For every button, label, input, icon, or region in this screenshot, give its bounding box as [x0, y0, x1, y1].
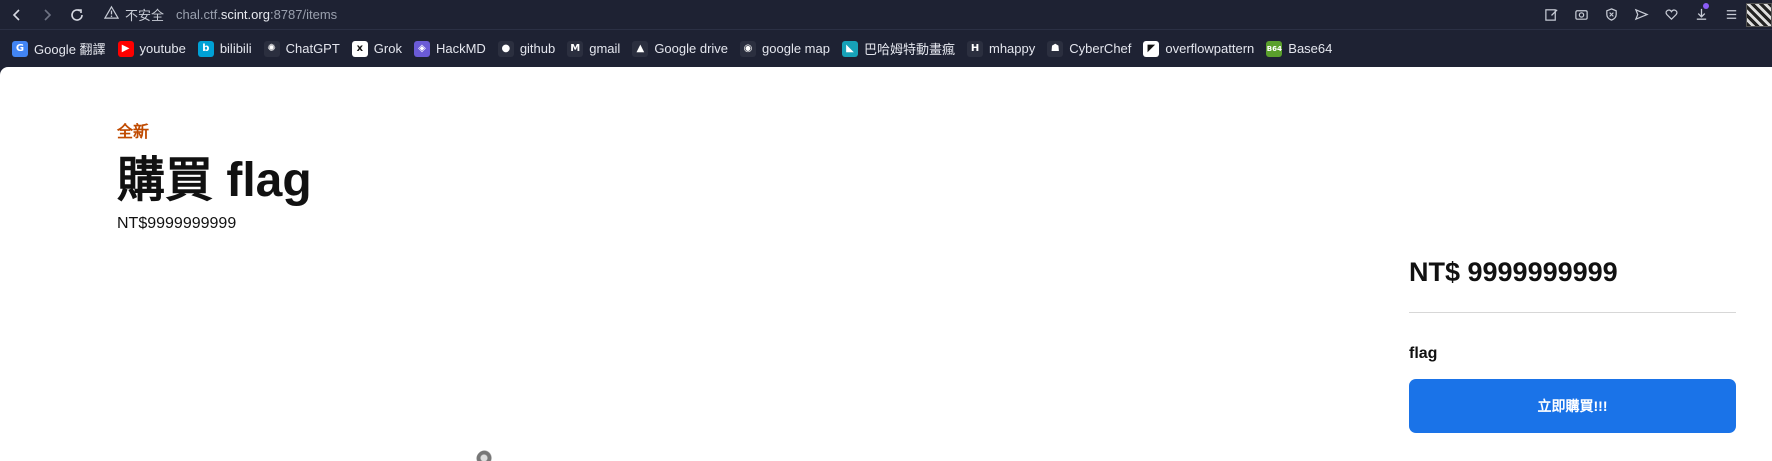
- screenshot-button[interactable]: [1566, 3, 1596, 27]
- page-title: 購買 flag: [117, 154, 312, 207]
- warning-icon: [103, 5, 120, 24]
- mouse-cursor: [476, 450, 496, 461]
- insecure-label: 不安全: [125, 9, 165, 24]
- bookmark-label: Google 翻譯: [34, 42, 106, 57]
- bookmark-label: HackMD: [435, 41, 486, 56]
- chatgpt-icon: ✺: [263, 40, 280, 57]
- panel-price: NT$ 9999999999: [1409, 257, 1618, 287]
- heart-icon: [1664, 9, 1678, 21]
- bilibili-icon: b: [197, 40, 214, 57]
- back-button[interactable]: [4, 3, 30, 27]
- bookmark-chatgpt[interactable]: ✺ ChatGPT: [263, 37, 340, 61]
- hackmd-icon: ◈: [413, 40, 430, 57]
- bookmark-google-map[interactable]: ◉ google map: [740, 37, 830, 61]
- bookmark-github[interactable]: ● github: [497, 37, 556, 61]
- divider: [1409, 312, 1736, 313]
- google-drive-icon: ▲: [632, 40, 649, 57]
- bookmark-hackmd[interactable]: ◈ HackMD: [413, 37, 486, 61]
- toolbar-actions: [1536, 0, 1772, 29]
- back-icon: [12, 8, 20, 21]
- bookmark-label: bilibili: [219, 41, 252, 56]
- bookmark-label: youtube: [139, 41, 186, 56]
- profile-avatar[interactable]: [1746, 2, 1772, 27]
- shield-button[interactable]: [1596, 3, 1626, 27]
- favorites-button[interactable]: [1656, 3, 1686, 27]
- address-bar[interactable]: 不安全 chal.ctf.scint.org:8787/items: [103, 3, 337, 27]
- bookmark-base64[interactable]: B64 Base64: [1266, 37, 1332, 61]
- cyberchef-icon: ☗: [1047, 40, 1064, 57]
- download-badge: [1703, 2, 1709, 9]
- bookmark-google-translate[interactable]: G Google 翻譯: [12, 37, 106, 61]
- bookmark-cyberchef[interactable]: ☗ CyberChef: [1047, 37, 1131, 61]
- forward-icon: [44, 8, 52, 21]
- url-suffix: :8787/items: [269, 7, 338, 22]
- bookmark-google-drive[interactable]: ▲ Google drive: [632, 37, 728, 61]
- overflowpattern-icon: ◤: [1143, 40, 1160, 57]
- bookmarks-bar: G Google 翻譯 ▶ youtube b bilibili ✺ ChatGPT x Grok…: [0, 29, 1772, 67]
- url-domain: scint.org: [220, 7, 270, 22]
- google-map-icon: ◉: [740, 40, 757, 57]
- reload-button[interactable]: [64, 3, 90, 27]
- reload-icon: [71, 8, 83, 21]
- bookmark-label: google map: [762, 41, 830, 56]
- item-condition: 全新: [117, 124, 150, 141]
- bookmark-youtube[interactable]: ▶ youtube: [117, 37, 186, 61]
- url-text[interactable]: chal.ctf.scint.org:8787/items: [176, 7, 337, 22]
- grok-icon: x: [351, 40, 368, 57]
- panel-item-name: flag: [1409, 345, 1438, 362]
- bookmark-bahamut-anime[interactable]: ◣ 巴哈姆特動畫瘋: [841, 37, 955, 61]
- send-icon: [1634, 8, 1649, 21]
- forward-button[interactable]: [34, 3, 60, 27]
- purchase-panel: NT$ 9999999999 flag 立即購買!!!: [1409, 257, 1736, 433]
- bookmark-label: Google drive: [654, 41, 729, 56]
- bookmark-label: Base64: [1288, 41, 1333, 56]
- bookmark-label: gmail: [589, 41, 621, 56]
- bookmark-label: 巴哈姆特動畫瘋: [863, 42, 955, 57]
- buy-now-button[interactable]: 立即購買!!!: [1409, 379, 1736, 433]
- bookmark-label: mhappy: [989, 41, 1036, 56]
- page-content: 全新 購買 flag NT$9999999999 NT$ 9999999999 …: [0, 67, 1772, 461]
- item-price: NT$9999999999: [117, 215, 237, 232]
- bahamut-anime-icon: ◣: [841, 40, 858, 57]
- bookmark-label: overflowpattern: [1165, 41, 1255, 56]
- edit-button[interactable]: [1536, 3, 1566, 27]
- download-icon: [1696, 8, 1706, 20]
- bookmark-bilibili[interactable]: b bilibili: [197, 37, 252, 61]
- bookmark-label: github: [519, 41, 556, 56]
- mhappy-icon: H: [967, 40, 983, 57]
- bookmark-label: Grok: [373, 41, 402, 56]
- send-button[interactable]: [1626, 3, 1656, 27]
- menu-icon: [1726, 10, 1736, 19]
- bookmark-mhappy[interactable]: Hmhappy: [967, 37, 1035, 61]
- bookmark-grok[interactable]: x Grok: [351, 37, 402, 61]
- bookmark-label: CyberChef: [1069, 41, 1132, 56]
- url-prefix: chal.ctf.: [176, 7, 221, 22]
- bookmark-gmail[interactable]: Mgmail: [567, 37, 620, 61]
- google-translate-icon: G: [12, 40, 28, 57]
- gmail-icon: M: [567, 40, 584, 57]
- edit-icon: [1544, 9, 1558, 21]
- downloads-button[interactable]: [1686, 2, 1716, 27]
- bookmark-overflowpattern[interactable]: ◤ overflowpattern: [1143, 37, 1254, 61]
- menu-button[interactable]: [1716, 3, 1746, 27]
- bookmark-label: ChatGPT: [285, 41, 340, 56]
- youtube-icon: ▶: [117, 40, 134, 57]
- github-icon: ●: [497, 40, 514, 57]
- camera-icon: [1574, 10, 1588, 20]
- base64-icon: B64: [1266, 40, 1283, 57]
- browser-toolbar: 不安全 chal.ctf.scint.org:8787/items: [0, 0, 1772, 29]
- shield-icon: [1605, 8, 1617, 21]
